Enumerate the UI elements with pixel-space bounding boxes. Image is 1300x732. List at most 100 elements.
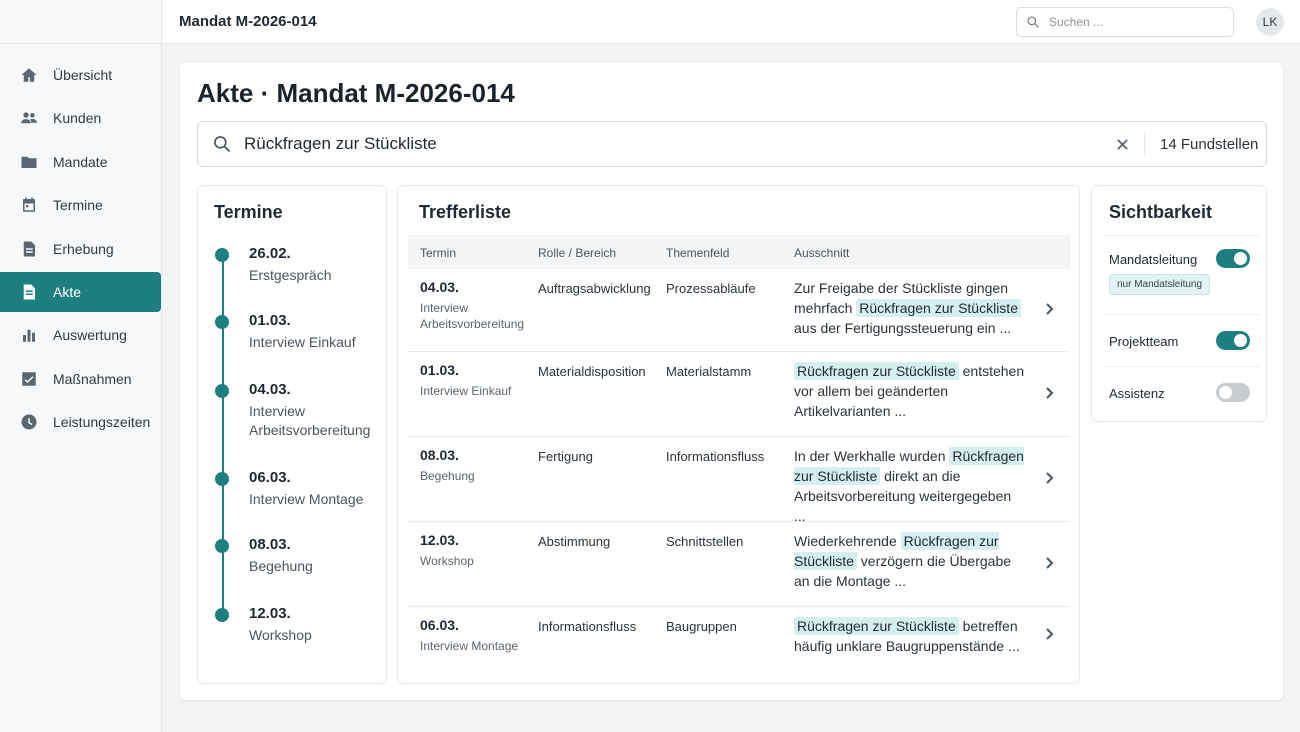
termine-panel: Termine 26.02. Erstgespräch 01.03. Inter…	[197, 185, 387, 684]
switch-knob	[1234, 334, 1247, 347]
row-role: Materialdisposition	[538, 364, 646, 379]
row-date: 08.03.	[420, 447, 459, 463]
termine-title: Termine	[214, 202, 283, 222]
row-snippet: Rückfragen zur Stückliste entstehen vor …	[794, 361, 1026, 421]
table-row[interactable]: 04.03. Interview Arbeitsvorbereitung Auf…	[408, 269, 1070, 352]
sidebar-item-leistungszeiten[interactable]: Leistungszeiten	[0, 402, 161, 442]
column-header[interactable]: Ausschnitt	[794, 246, 849, 260]
row-date: 01.03.	[420, 362, 459, 378]
chevron-right-icon[interactable]	[1042, 556, 1056, 570]
row-termin: Interview Einkauf	[420, 384, 512, 398]
checkbox-icon	[19, 369, 38, 388]
timeline-label: Interview Einkauf	[249, 334, 356, 350]
sidebar-item-kunden[interactable]: Kunden	[0, 98, 161, 138]
row-date: 04.03.	[420, 279, 459, 295]
row-role: Abstimmung	[538, 534, 611, 549]
main-card: Akte · Mandat M-2026-014 14 Fundstellen …	[180, 63, 1283, 700]
sichtbarkeit-title: Sichtbarkeit	[1109, 202, 1213, 222]
sidebar-item-erhebung[interactable]: Erhebung	[0, 229, 161, 269]
row-theme: Prozessabläufe	[666, 281, 756, 296]
timeline-date: 01.03.	[249, 312, 291, 329]
table-row[interactable]: 01.03. Interview Einkauf Materialdisposi…	[408, 352, 1070, 437]
timeline-date: 06.03.	[249, 469, 291, 486]
visibility-badge: nur Mandatsleitung	[1109, 274, 1211, 295]
row-snippet: In der Werkhalle wurden Rückfragen zur S…	[794, 446, 1026, 526]
timeline-dot	[215, 608, 229, 622]
sichtbarkeit-panel: Sichtbarkeit Mandatsleitung nur Mandatsl…	[1091, 185, 1267, 422]
row-snippet: Rückfragen zur Stückliste betreffen häuf…	[794, 616, 1026, 656]
calendar-icon	[19, 196, 38, 215]
snippet-highlight: Rückfragen zur Stückliste	[794, 362, 959, 380]
divider	[1102, 235, 1260, 236]
sidebar-item-label: Mandate	[53, 153, 108, 170]
chevron-right-icon[interactable]	[1042, 302, 1056, 316]
column-header[interactable]: Termin	[420, 246, 456, 260]
timeline-dot	[215, 248, 229, 262]
row-theme: Materialstamm	[666, 364, 752, 379]
sidebar-item-termine[interactable]: Termine	[0, 185, 161, 225]
table-row[interactable]: 06.03. Interview Montage Informationsflu…	[408, 607, 1070, 677]
sidebar-item-mandate[interactable]: Mandate	[0, 142, 161, 182]
clipboard-icon	[19, 239, 38, 258]
global-search-input[interactable]	[1049, 15, 1219, 29]
timeline-dot	[215, 315, 229, 329]
sidebar-item-akte[interactable]: Akte	[0, 271, 161, 312]
chevron-right-icon[interactable]	[1042, 627, 1056, 641]
search-icon	[1027, 16, 1039, 28]
row-role: Fertigung	[538, 449, 593, 464]
avatar[interactable]: LK	[1256, 8, 1284, 36]
row-date: 12.03.	[420, 532, 459, 548]
row-termin: Interview Montage	[420, 639, 519, 653]
timeline-date: 08.03.	[249, 536, 291, 553]
row-theme: Schnittstellen	[666, 534, 744, 549]
sidebar-item-auswertung[interactable]: Auswertung	[0, 315, 161, 355]
mandatsleitung-switch[interactable]	[1216, 249, 1250, 268]
column-header[interactable]: Rolle / Bereich	[538, 246, 616, 260]
sidebar-item-label: Übersicht	[53, 67, 113, 83]
timeline-dot	[215, 539, 229, 553]
sidebar-item-label: Akte	[53, 283, 82, 300]
row-date: 06.03.	[420, 617, 459, 633]
row-snippet: Wiederkehrende Rückfragen zur Stückliste…	[794, 531, 1026, 591]
document-icon	[19, 282, 38, 301]
table-row[interactable]: 08.03. Begehung Fertigung Informationsfl…	[408, 437, 1070, 524]
row-theme: Informationsfluss	[666, 449, 765, 464]
snippet-highlight: Rückfragen zur Stückliste	[794, 617, 959, 635]
column-header[interactable]: Themenfeld	[666, 246, 729, 260]
search-icon	[212, 134, 232, 154]
sidebar-item-uebersicht[interactable]: Übersicht	[0, 55, 161, 95]
timeline-line	[222, 254, 224, 614]
divider	[1102, 366, 1260, 367]
row-termin: Workshop	[420, 554, 474, 568]
table-row[interactable]: 12.03. Workshop Abstimmung Schnittstelle…	[408, 522, 1070, 607]
sidebar-item-massnahmen[interactable]: Maßnahmen	[0, 359, 161, 399]
chevron-right-icon[interactable]	[1042, 471, 1056, 485]
document-search: 14 Fundstellen	[197, 121, 1267, 167]
global-search[interactable]	[1016, 7, 1234, 37]
toggle-label: Projektteam	[1109, 334, 1179, 349]
chevron-right-icon[interactable]	[1042, 386, 1056, 400]
sidebar-item-label: Leistungszeiten	[53, 414, 151, 431]
snippet-highlight: Rückfragen zur Stückliste	[856, 299, 1021, 317]
projektteam-switch[interactable]	[1216, 331, 1250, 350]
assistenz-switch[interactable]	[1216, 383, 1250, 402]
bar-chart-icon	[19, 326, 38, 345]
document-search-input[interactable]	[244, 134, 1084, 154]
clear-search-icon[interactable]	[1113, 135, 1131, 153]
row-termin: Interview Arbeitsvorbereitung	[420, 301, 525, 331]
timeline-date: 12.03.	[249, 605, 291, 622]
timeline-dot	[215, 472, 229, 486]
timeline-label: Begehung	[249, 558, 313, 574]
divider	[1144, 132, 1145, 156]
table-header: Termin Rolle / Bereich Themenfeld Aussch…	[408, 235, 1070, 269]
sidebar-item-label: Auswertung	[53, 327, 127, 344]
sidebar-item-label: Termine	[53, 197, 103, 214]
sidebar-header	[0, 0, 161, 44]
timeline-dot	[215, 384, 229, 398]
timeline-label: Erstgespräch	[249, 267, 332, 283]
home-icon	[19, 66, 38, 85]
users-icon	[19, 109, 38, 128]
folder-icon	[19, 152, 38, 171]
top-bar: Mandat M-2026-014 LK	[162, 0, 1300, 44]
divider	[1102, 314, 1260, 315]
